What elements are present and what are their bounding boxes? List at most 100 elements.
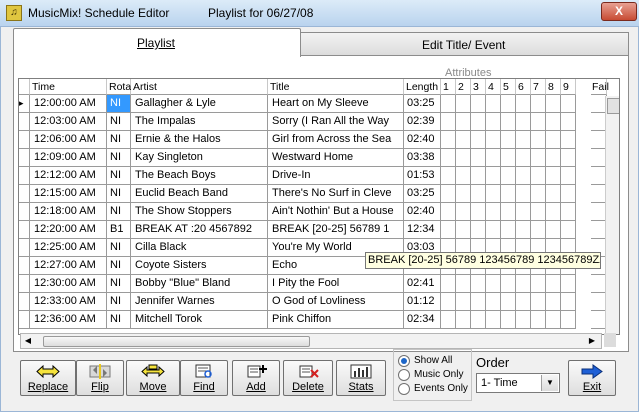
cell-attribute[interactable] [456,131,471,149]
cell-artist[interactable]: The Beach Boys [131,167,268,185]
cell-attribute[interactable] [516,203,531,221]
row-indicator[interactable] [19,293,30,311]
show-all-radio[interactable] [398,355,410,367]
cell-attribute[interactable] [486,95,501,113]
cell-attribute[interactable] [516,185,531,203]
cell-attribute[interactable] [561,185,576,203]
table-row[interactable]: 12:30:00 AM NI Bobby "Blue" Bland I Pity th… [19,275,619,293]
cell-attribute[interactable] [561,293,576,311]
cell-title[interactable]: Heart on My Sleeve [268,95,404,113]
cell-rota[interactable]: NI [107,275,131,293]
cell-attribute[interactable] [501,131,516,149]
col-header-time[interactable]: Time [30,79,107,95]
cell-attribute[interactable] [456,185,471,203]
cell-attribute[interactable] [561,311,576,329]
cell-attribute[interactable] [531,131,546,149]
cell-attribute[interactable] [546,185,561,203]
cell-attribute[interactable] [546,131,561,149]
cell-attribute[interactable] [546,293,561,311]
cell-length[interactable]: 01:12 [404,293,441,311]
cell-attribute[interactable] [456,311,471,329]
cell-attribute[interactable] [486,275,501,293]
scroll-right-icon[interactable]: ▶ [585,334,599,348]
cell-rota[interactable]: NI [107,167,131,185]
col-header-title[interactable]: Title [268,79,404,95]
scroll-left-icon[interactable]: ◀ [21,334,35,348]
cell-attribute[interactable] [501,203,516,221]
cell-attribute[interactable] [516,275,531,293]
cell-attribute[interactable] [561,167,576,185]
cell-attribute[interactable] [516,293,531,311]
vertical-scroll-thumb[interactable] [607,98,619,114]
cell-attribute[interactable] [561,275,576,293]
cell-time[interactable]: 12:09:00 AM [30,149,107,167]
cell-attribute[interactable] [486,311,501,329]
cell-attribute[interactable] [501,149,516,167]
cell-attribute[interactable] [531,221,546,239]
cell-attribute[interactable] [456,221,471,239]
cell-rota[interactable]: NI [107,95,131,113]
cell-attribute[interactable] [486,131,501,149]
horizontal-scroll-thumb[interactable] [43,336,310,347]
cell-attribute[interactable] [471,311,486,329]
cell-attribute[interactable] [441,113,456,131]
cell-attribute[interactable] [486,167,501,185]
cell-artist[interactable]: Mitchell Torok [131,311,268,329]
cell-time[interactable]: 12:25:00 AM [30,239,107,257]
table-row[interactable]: 12:09:00 AM NI Kay Singleton Westward Home 0… [19,149,619,167]
show-all-label[interactable]: Show All [414,355,452,366]
cell-title[interactable]: There's No Surf in Cleve [268,185,404,203]
cell-attribute[interactable] [531,203,546,221]
cell-time[interactable]: 12:15:00 AM [30,185,107,203]
cell-title[interactable]: I Pity the Fool [268,275,404,293]
cell-time[interactable]: 12:27:00 AM [30,257,107,275]
cell-attribute[interactable] [516,131,531,149]
cell-attribute[interactable] [546,95,561,113]
cell-rota[interactable]: NI [107,311,131,329]
cell-attribute[interactable] [441,95,456,113]
col-header-attribute-1[interactable]: 1 [441,79,456,95]
cell-attribute[interactable] [531,95,546,113]
cell-time[interactable]: 12:00:00 AM [30,95,107,113]
cell-attribute[interactable] [441,293,456,311]
cell-time[interactable]: 12:18:00 AM [30,203,107,221]
col-header-attribute-5[interactable]: 5 [501,79,516,95]
cell-attribute[interactable] [486,203,501,221]
exit-button[interactable]: Exit [568,360,616,396]
cell-attribute[interactable] [501,311,516,329]
row-indicator[interactable] [19,239,30,257]
cell-attribute[interactable] [471,275,486,293]
cell-attribute[interactable] [531,293,546,311]
cell-artist[interactable]: Bobby "Blue" Bland [131,275,268,293]
cell-attribute[interactable] [471,113,486,131]
cell-attribute[interactable] [441,221,456,239]
col-header-attribute-6[interactable]: 6 [516,79,531,95]
cell-attribute[interactable] [456,167,471,185]
cell-attribute[interactable] [516,221,531,239]
cell-artist[interactable]: Coyote Sisters [131,257,268,275]
cell-artist[interactable]: Kay Singleton [131,149,268,167]
table-row[interactable]: 12:03:00 AM NI The Impalas Sorry (I Ran All… [19,113,619,131]
table-row[interactable]: 12:15:00 AM NI Euclid Beach Band There's No… [19,185,619,203]
cell-artist[interactable]: Euclid Beach Band [131,185,268,203]
cell-title[interactable]: Ain't Nothin' But a House [268,203,404,221]
cell-attribute[interactable] [561,203,576,221]
cell-time[interactable]: 12:12:00 AM [30,167,107,185]
cell-artist[interactable]: Gallagher & Lyle [131,95,268,113]
schedule-grid[interactable]: Time Rota Artist Title Length 123456789 … [18,78,620,335]
cell-length[interactable]: 02:40 [404,131,441,149]
cell-length[interactable]: 02:39 [404,113,441,131]
row-indicator[interactable]: ▸ [19,95,30,113]
col-header-rota[interactable]: Rota [107,79,131,95]
cell-title[interactable]: Pink Chiffon [268,311,404,329]
row-indicator[interactable] [19,113,30,131]
cell-rota[interactable]: NI [107,131,131,149]
cell-rota[interactable]: NI [107,239,131,257]
cell-attribute[interactable] [501,221,516,239]
cell-attribute[interactable] [516,95,531,113]
tab-playlist[interactable]: Playlist [13,28,301,57]
cell-attribute[interactable] [486,221,501,239]
cell-attribute[interactable] [531,311,546,329]
row-indicator[interactable] [19,149,30,167]
cell-attribute[interactable] [546,275,561,293]
